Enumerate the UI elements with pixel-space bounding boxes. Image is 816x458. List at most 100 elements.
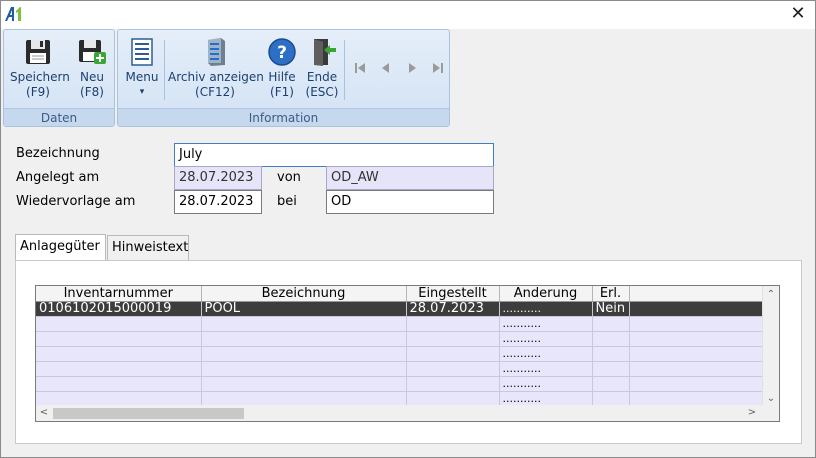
cell-erl (592, 346, 630, 362)
menu-label: Menu (125, 70, 159, 84)
next-record-icon[interactable] (404, 60, 420, 76)
previous-record-icon[interactable] (378, 60, 394, 76)
table-row[interactable]: ........... (36, 346, 765, 362)
tab-anlagegueter[interactable]: Anlagegüter (15, 234, 106, 261)
ribbon-separator (164, 40, 165, 100)
title-bar: ✕ (1, 1, 815, 29)
save-shortcut: (F9) (26, 85, 50, 99)
grid-header-row: Inventarnummer Bezeichnung Eingestellt Ä… (36, 286, 765, 302)
cell-filler (629, 376, 765, 392)
new-shortcut: (F8) (80, 85, 104, 99)
scroll-down-icon[interactable]: ⌄ (764, 392, 778, 406)
cell-filler (629, 346, 765, 362)
column-header-filler (629, 286, 765, 302)
exit-shortcut: (ESC) (305, 85, 339, 99)
column-header-aenderung[interactable]: Änderung (499, 286, 593, 302)
group-title-daten: Daten (4, 108, 114, 126)
cell-erl (592, 376, 630, 392)
cell-aenderung: ........... (499, 316, 593, 332)
cell-aenderung: ........... (499, 301, 593, 317)
cell-eingestellt: 28.07.2023 (406, 301, 500, 317)
ribbon-group-daten: Speichern (F9) Neu (F8) Daten (3, 29, 115, 127)
cell-eingestellt (406, 346, 500, 362)
close-button[interactable]: ✕ (781, 1, 815, 29)
exit-door-icon (314, 39, 336, 66)
tab-hinweistext[interactable]: Hinweistext (107, 235, 189, 261)
cell-eingestellt (406, 331, 500, 347)
cell-aenderung: ........... (499, 361, 593, 377)
angelegt-date-field: 28.07.2023 (174, 166, 262, 190)
help-question-icon: ? (268, 38, 296, 66)
cell-filler (629, 361, 765, 377)
floppy-disk-icon (26, 40, 50, 64)
svg-text:?: ? (277, 43, 287, 63)
help-label: Hilfe (268, 70, 296, 84)
bezeichnung-input[interactable]: July (174, 143, 494, 167)
cell-eingestellt (406, 361, 500, 377)
wiedervorlage-label: Wiedervorlage am (16, 194, 136, 209)
table-row[interactable]: ........... (36, 361, 765, 377)
cell-aenderung: ........... (499, 331, 593, 347)
bei-input[interactable]: OD (326, 190, 494, 214)
vertical-scrollbar[interactable]: ⌃ ⌄ (762, 286, 779, 407)
ribbon: Speichern (F9) Neu (F8) Daten Menu ▾ Arc… (3, 29, 450, 127)
save-label: Speichern (10, 70, 70, 84)
archive-label: Archiv anzeigen (168, 70, 264, 84)
cell-bezeichnung (201, 346, 407, 362)
assets-grid[interactable]: Inventarnummer Bezeichnung Eingestellt Ä… (35, 285, 780, 422)
scroll-right-icon[interactable]: > (745, 406, 759, 420)
cell-erl (592, 331, 630, 347)
column-header-bezeichnung[interactable]: Bezeichnung (201, 286, 407, 302)
column-header-eingestellt[interactable]: Eingestellt (406, 286, 500, 302)
horizontal-scrollbar[interactable]: < > (36, 405, 779, 421)
cell-bezeichnung (201, 376, 407, 392)
cell-erl (592, 361, 630, 377)
last-record-icon[interactable] (430, 60, 446, 76)
table-row[interactable]: ........... (36, 316, 765, 332)
cell-inventarnummer (36, 376, 202, 392)
cell-eingestellt (406, 376, 500, 392)
cell-inventarnummer (36, 331, 202, 347)
new-label: Neu (80, 70, 104, 84)
column-header-erl[interactable]: Erl. (592, 286, 630, 302)
exit-button[interactable]: Ende (ESC) (302, 32, 342, 106)
bei-label: bei (277, 194, 297, 209)
archive-button[interactable]: Archiv anzeigen (CF12) (168, 32, 264, 106)
cell-inventarnummer (36, 361, 202, 377)
angelegt-label: Angelegt am (16, 170, 100, 185)
table-row[interactable]: 0106102015000019 POOL 28.07.2023 .......… (36, 301, 765, 317)
floppy-disk-plus-icon (79, 40, 106, 64)
cell-bezeichnung (201, 316, 407, 332)
cell-bezeichnung: POOL (201, 301, 407, 317)
app-logo-icon (5, 7, 21, 21)
cell-bezeichnung (201, 331, 407, 347)
chevron-down-icon: ▾ (139, 87, 145, 97)
menu-list-icon (131, 38, 153, 66)
cell-inventarnummer (36, 316, 202, 332)
horizontal-scroll-thumb[interactable] (53, 408, 244, 419)
group-title-information: Information (118, 108, 449, 126)
ribbon-group-information: Menu ▾ Archiv anzeigen (CF12) ? Hilfe (F… (117, 29, 450, 127)
cell-aenderung: ........... (499, 376, 593, 392)
scroll-left-icon[interactable]: < (37, 406, 51, 420)
archive-shortcut: (CF12) (195, 85, 235, 99)
menu-button[interactable]: Menu ▾ (122, 32, 162, 106)
cell-inventarnummer: 0106102015000019 (36, 301, 202, 317)
dialog-window: ✕ Speichern (F9) Neu (F8) Daten Menu ▾ A… (0, 0, 816, 458)
help-button[interactable]: ? Hilfe (F1) (264, 32, 300, 106)
first-record-icon[interactable] (352, 60, 368, 76)
exit-label: Ende (306, 70, 338, 84)
table-row[interactable]: ........... (36, 331, 765, 347)
save-button[interactable]: Speichern (F9) (10, 32, 70, 106)
cell-aenderung: ........... (499, 346, 593, 362)
column-header-inventarnummer[interactable]: Inventarnummer (36, 286, 202, 302)
table-row[interactable]: ........... (36, 376, 765, 392)
cell-filler (629, 331, 765, 347)
wiedervorlage-date-input[interactable]: 28.07.2023 (174, 190, 262, 214)
cell-inventarnummer (36, 346, 202, 362)
von-label: von (277, 170, 301, 185)
scroll-up-icon[interactable]: ⌃ (764, 288, 778, 302)
new-button[interactable]: Neu (F8) (72, 32, 112, 106)
cell-filler (629, 301, 765, 317)
bezeichnung-label: Bezeichnung (16, 146, 100, 161)
